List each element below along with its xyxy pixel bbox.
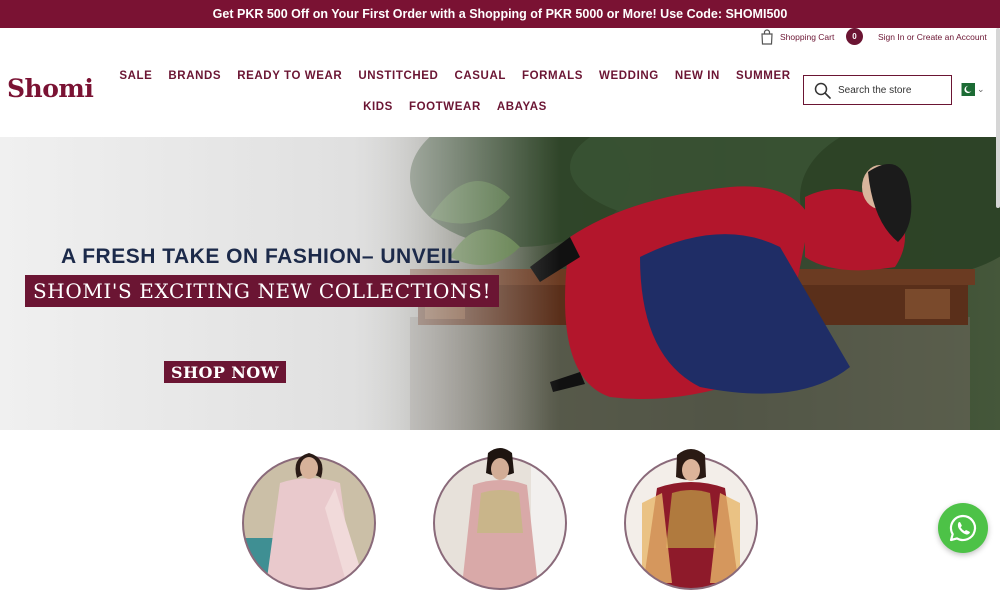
- main-navigation: SALE BRANDS READY TO WEAR UNSTITCHED CAS…: [119, 64, 791, 119]
- category-image-red-bridal-outfit: [624, 449, 758, 590]
- hero-headline: A FRESH TAKE ON FASHION– UNVEIL: [61, 245, 461, 268]
- search-icon[interactable]: [814, 82, 831, 99]
- nav-item-wedding[interactable]: WEDDING: [599, 70, 659, 82]
- nav-row-primary: SALE BRANDS READY TO WEAR UNSTITCHED CAS…: [119, 64, 791, 88]
- nav-item-casual[interactable]: CASUAL: [454, 70, 506, 82]
- category-card-light-pink-outfit[interactable]: [240, 443, 378, 590]
- nav-item-unstitched[interactable]: UNSTITCHED: [358, 70, 438, 82]
- cart-count-badge: 0: [846, 28, 863, 45]
- nav-item-sale[interactable]: SALE: [119, 70, 152, 82]
- category-card-red-bridal-outfit[interactable]: [622, 443, 760, 590]
- category-image-light-pink-outfit: [242, 453, 376, 590]
- hero-banner[interactable]: A FRESH TAKE ON FASHION– UNVEIL SHOMI'S …: [0, 137, 1000, 430]
- nav-item-abayas[interactable]: ABAYAS: [497, 101, 547, 113]
- category-card-pink-embroidered-outfit[interactable]: [431, 443, 569, 590]
- page-scrollbar[interactable]: [996, 28, 1000, 208]
- utility-bar: Shopping Cart 0 Sign In or Create an Acc…: [0, 28, 1000, 46]
- whatsapp-chat-button[interactable]: [938, 503, 988, 553]
- shopping-bag-icon: [761, 29, 773, 45]
- shopping-cart-label: Shopping Cart: [780, 32, 835, 42]
- nav-item-ready-to-wear[interactable]: READY TO WEAR: [237, 70, 342, 82]
- announcement-bar: Get PKR 500 Off on Your First Order with…: [0, 0, 1000, 28]
- shopping-cart-link[interactable]: Shopping Cart 0: [760, 28, 863, 46]
- nav-item-footwear[interactable]: FOOTWEAR: [409, 101, 481, 113]
- chevron-down-icon[interactable]: ⌄: [977, 84, 985, 95]
- site-logo[interactable]: Shomi: [7, 74, 94, 103]
- category-image-pink-embroidered-outfit: [433, 448, 567, 590]
- nav-item-brands[interactable]: BRANDS: [168, 70, 221, 82]
- announcement-text: Get PKR 500 Off on Your First Order with…: [212, 7, 788, 21]
- nav-item-summer[interactable]: SUMMER: [736, 70, 791, 82]
- hero-subheadline: SHOMI'S EXCITING NEW COLLECTIONS!: [25, 275, 500, 307]
- shop-now-button[interactable]: SHOP NOW: [164, 361, 286, 383]
- search-input[interactable]: [838, 84, 948, 96]
- pakistan-flag-icon[interactable]: [957, 83, 975, 96]
- nav-row-secondary: KIDS FOOTWEAR ABAYAS: [120, 95, 790, 119]
- nav-item-new-in[interactable]: NEW IN: [675, 70, 720, 82]
- nav-item-formals[interactable]: FORMALS: [522, 70, 583, 82]
- nav-item-kids[interactable]: KIDS: [363, 101, 393, 113]
- whatsapp-icon: [949, 514, 977, 542]
- search-box[interactable]: [803, 75, 952, 105]
- account-link[interactable]: Sign In or Create an Account: [878, 32, 987, 42]
